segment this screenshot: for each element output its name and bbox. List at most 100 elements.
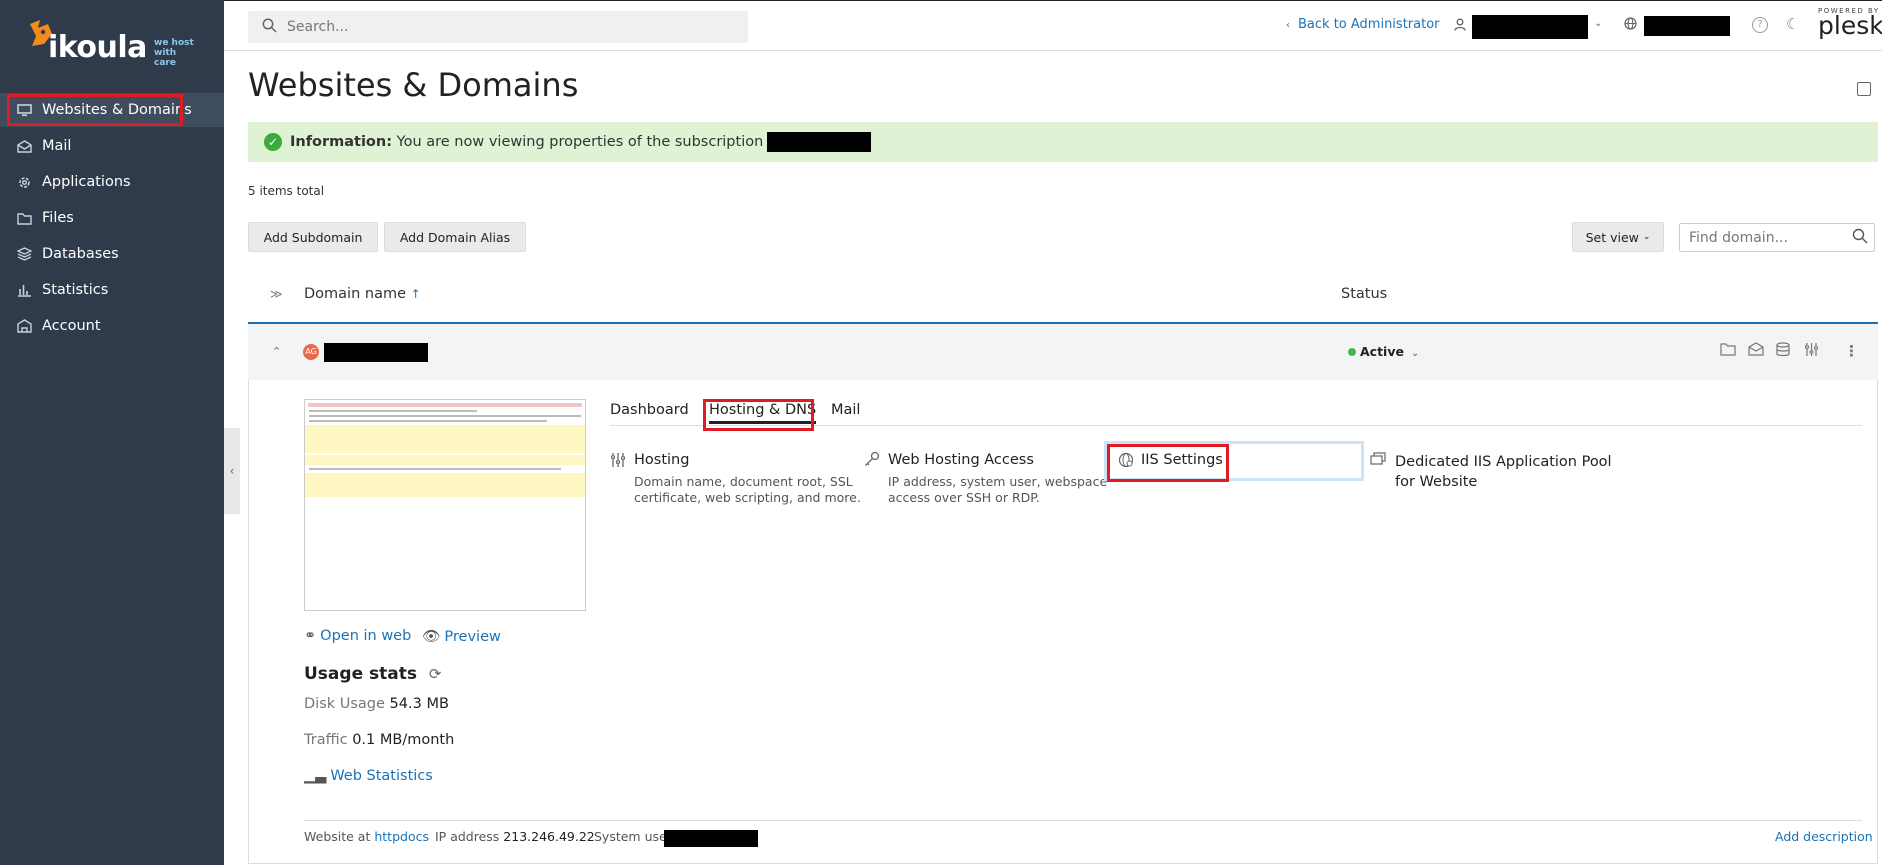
web-hosting-access-link[interactable]: Web Hosting Access [888, 452, 1034, 468]
gear-icon [16, 174, 32, 190]
chevron-down-icon: ⌄ [1642, 232, 1651, 242]
account-icon [16, 318, 32, 334]
search-box[interactable]: Search... [248, 11, 748, 43]
logo-tagline-2: with care [154, 48, 177, 68]
website-at: Website at httpdocs [304, 829, 429, 844]
expand-all-icon[interactable]: ≫ [270, 287, 283, 301]
mail-icon [16, 138, 32, 154]
wha-desc-line-1: IP address, system user, webspace [888, 474, 1108, 489]
website-preview-thumbnail[interactable] [304, 399, 586, 611]
traffic: Traffic 0.1 MB/month [304, 732, 454, 748]
divider [304, 820, 1862, 821]
key-icon [864, 451, 880, 471]
set-view-label: Set view [1585, 229, 1639, 245]
sidebar-item-statistics[interactable]: Statistics [0, 273, 224, 307]
search-icon[interactable] [1852, 228, 1868, 248]
moon-icon[interactable]: ☾ [1786, 15, 1799, 33]
status-dot [1348, 348, 1356, 356]
logo-wordmark: ikoula [48, 30, 147, 65]
items-count: 5 items total [248, 184, 325, 198]
globe-icon[interactable] [1624, 17, 1637, 34]
redacted-system-user [664, 830, 758, 847]
sidebar: ikoula we host with care Websites & Doma… [0, 0, 224, 865]
help-icon[interactable]: ? [1752, 17, 1768, 33]
add-description-link[interactable]: Add description [1775, 829, 1873, 844]
tab-mail[interactable]: Mail [831, 402, 860, 418]
sidebar-item-label: Statistics [42, 282, 109, 298]
column-domain-name[interactable]: Domain name ↑ [304, 286, 421, 302]
chevron-left-icon: ‹ [1286, 20, 1290, 31]
site-favicon-icon: AG [303, 344, 319, 360]
find-domain-placeholder: Find domain... [1689, 229, 1788, 246]
sort-ascending-icon: ↑ [410, 287, 421, 301]
redacted-subscription [767, 132, 872, 152]
database-icon [16, 246, 32, 262]
sidebar-item-websites-domains[interactable]: Websites & Domains [0, 93, 224, 127]
refresh-icon[interactable]: ⟳ [429, 665, 442, 683]
panel-toggle-icon[interactable] [1857, 82, 1871, 96]
top-bar: Search... ‹ Back to Administrator ⌄ ? ☾ P… [224, 0, 1882, 51]
redacted-language[interactable] [1644, 16, 1730, 36]
pool-title-line-2: for Website [1395, 474, 1478, 490]
hosting-desc-line-2: certificate, web scripting, and more. [634, 490, 861, 505]
info-label: Information: [290, 134, 393, 150]
redacted-username[interactable] [1472, 15, 1588, 39]
disk-usage: Disk Usage 54.3 MB [304, 696, 449, 712]
sidebar-collapse-handle[interactable]: ‹ [224, 428, 240, 514]
settings-sliders-icon[interactable] [1804, 342, 1819, 361]
red-highlight-box [703, 399, 814, 431]
status-dropdown[interactable]: Active ⌄ [1348, 344, 1419, 359]
sidebar-item-files[interactable]: Files [0, 201, 224, 235]
traffic-label: Traffic [304, 732, 348, 748]
collapse-row-icon[interactable]: ⌃ [272, 345, 281, 358]
folder-icon [16, 210, 32, 226]
ip-address: IP address 213.246.49.22 [435, 829, 595, 844]
dedicated-iis-pool-link[interactable]: Dedicated IIS Application Pool for Websi… [1395, 452, 1612, 492]
add-subdomain-button[interactable]: Add Subdomain [248, 222, 378, 252]
domain-row [248, 322, 1878, 380]
user-icon [1454, 18, 1466, 35]
red-highlight-box [1107, 444, 1229, 482]
traffic-value: 0.1 MB/month [352, 732, 455, 748]
sidebar-item-label: Websites & Domains [42, 102, 192, 118]
thumbnail-highlight [305, 473, 585, 497]
web-statistics-label: Web Statistics [330, 768, 433, 784]
open-in-web-link[interactable]: ⚭ Open in web [304, 628, 411, 644]
tab-dashboard[interactable]: Dashboard [610, 402, 689, 418]
more-vertical-icon[interactable]: ⋮ [1844, 342, 1859, 360]
web-statistics-link[interactable]: ▁▃ Web Statistics [304, 768, 433, 784]
search-icon [262, 18, 277, 37]
thumbnail-line [309, 410, 477, 412]
search-input[interactable]: Search... [287, 19, 348, 35]
sidebar-item-applications[interactable]: Applications [0, 165, 224, 199]
thumbnail-highlight [305, 425, 585, 453]
sidebar-item-mail[interactable]: Mail [0, 129, 224, 163]
back-to-administrator-link[interactable]: ‹ Back to Administrator [1286, 17, 1440, 32]
thumbnail-line [309, 468, 561, 470]
usage-stats-title: Usage stats ⟳ [304, 664, 441, 684]
hosting-description: Domain name, document root, SSL certific… [634, 474, 861, 506]
docroot-link[interactable]: httpdocs [374, 829, 429, 844]
globe-icon: ⚭ [304, 628, 317, 644]
sidebar-item-account[interactable]: Account [0, 309, 224, 343]
open-in-web-label: Open in web [320, 628, 412, 644]
disk-usage-label: Disk Usage [304, 696, 385, 712]
info-text: You are now viewing properties of the su… [396, 134, 764, 150]
ikoula-logo[interactable]: ikoula we host with care [26, 16, 196, 68]
set-view-button[interactable]: Set view ⌄ [1572, 222, 1664, 252]
database-icon[interactable] [1776, 342, 1790, 361]
disk-usage-value: 54.3 MB [389, 696, 449, 712]
redacted-domain-name[interactable] [324, 343, 428, 362]
add-domain-alias-button[interactable]: Add Domain Alias [384, 222, 526, 252]
ip-address-label: IP address [435, 829, 500, 844]
system-user: System user [594, 829, 672, 844]
sidebar-item-databases[interactable]: Databases [0, 237, 224, 271]
find-domain-input[interactable]: Find domain... [1679, 223, 1875, 252]
folder-icon[interactable] [1720, 342, 1736, 360]
hosting-link[interactable]: Hosting [634, 452, 689, 468]
sidebar-item-label: Mail [42, 138, 72, 154]
chevron-down-icon[interactable]: ⌄ [1594, 18, 1602, 29]
column-status[interactable]: Status [1341, 286, 1387, 302]
preview-link[interactable]: 👁 Preview [422, 628, 501, 645]
mail-icon[interactable] [1748, 342, 1764, 360]
